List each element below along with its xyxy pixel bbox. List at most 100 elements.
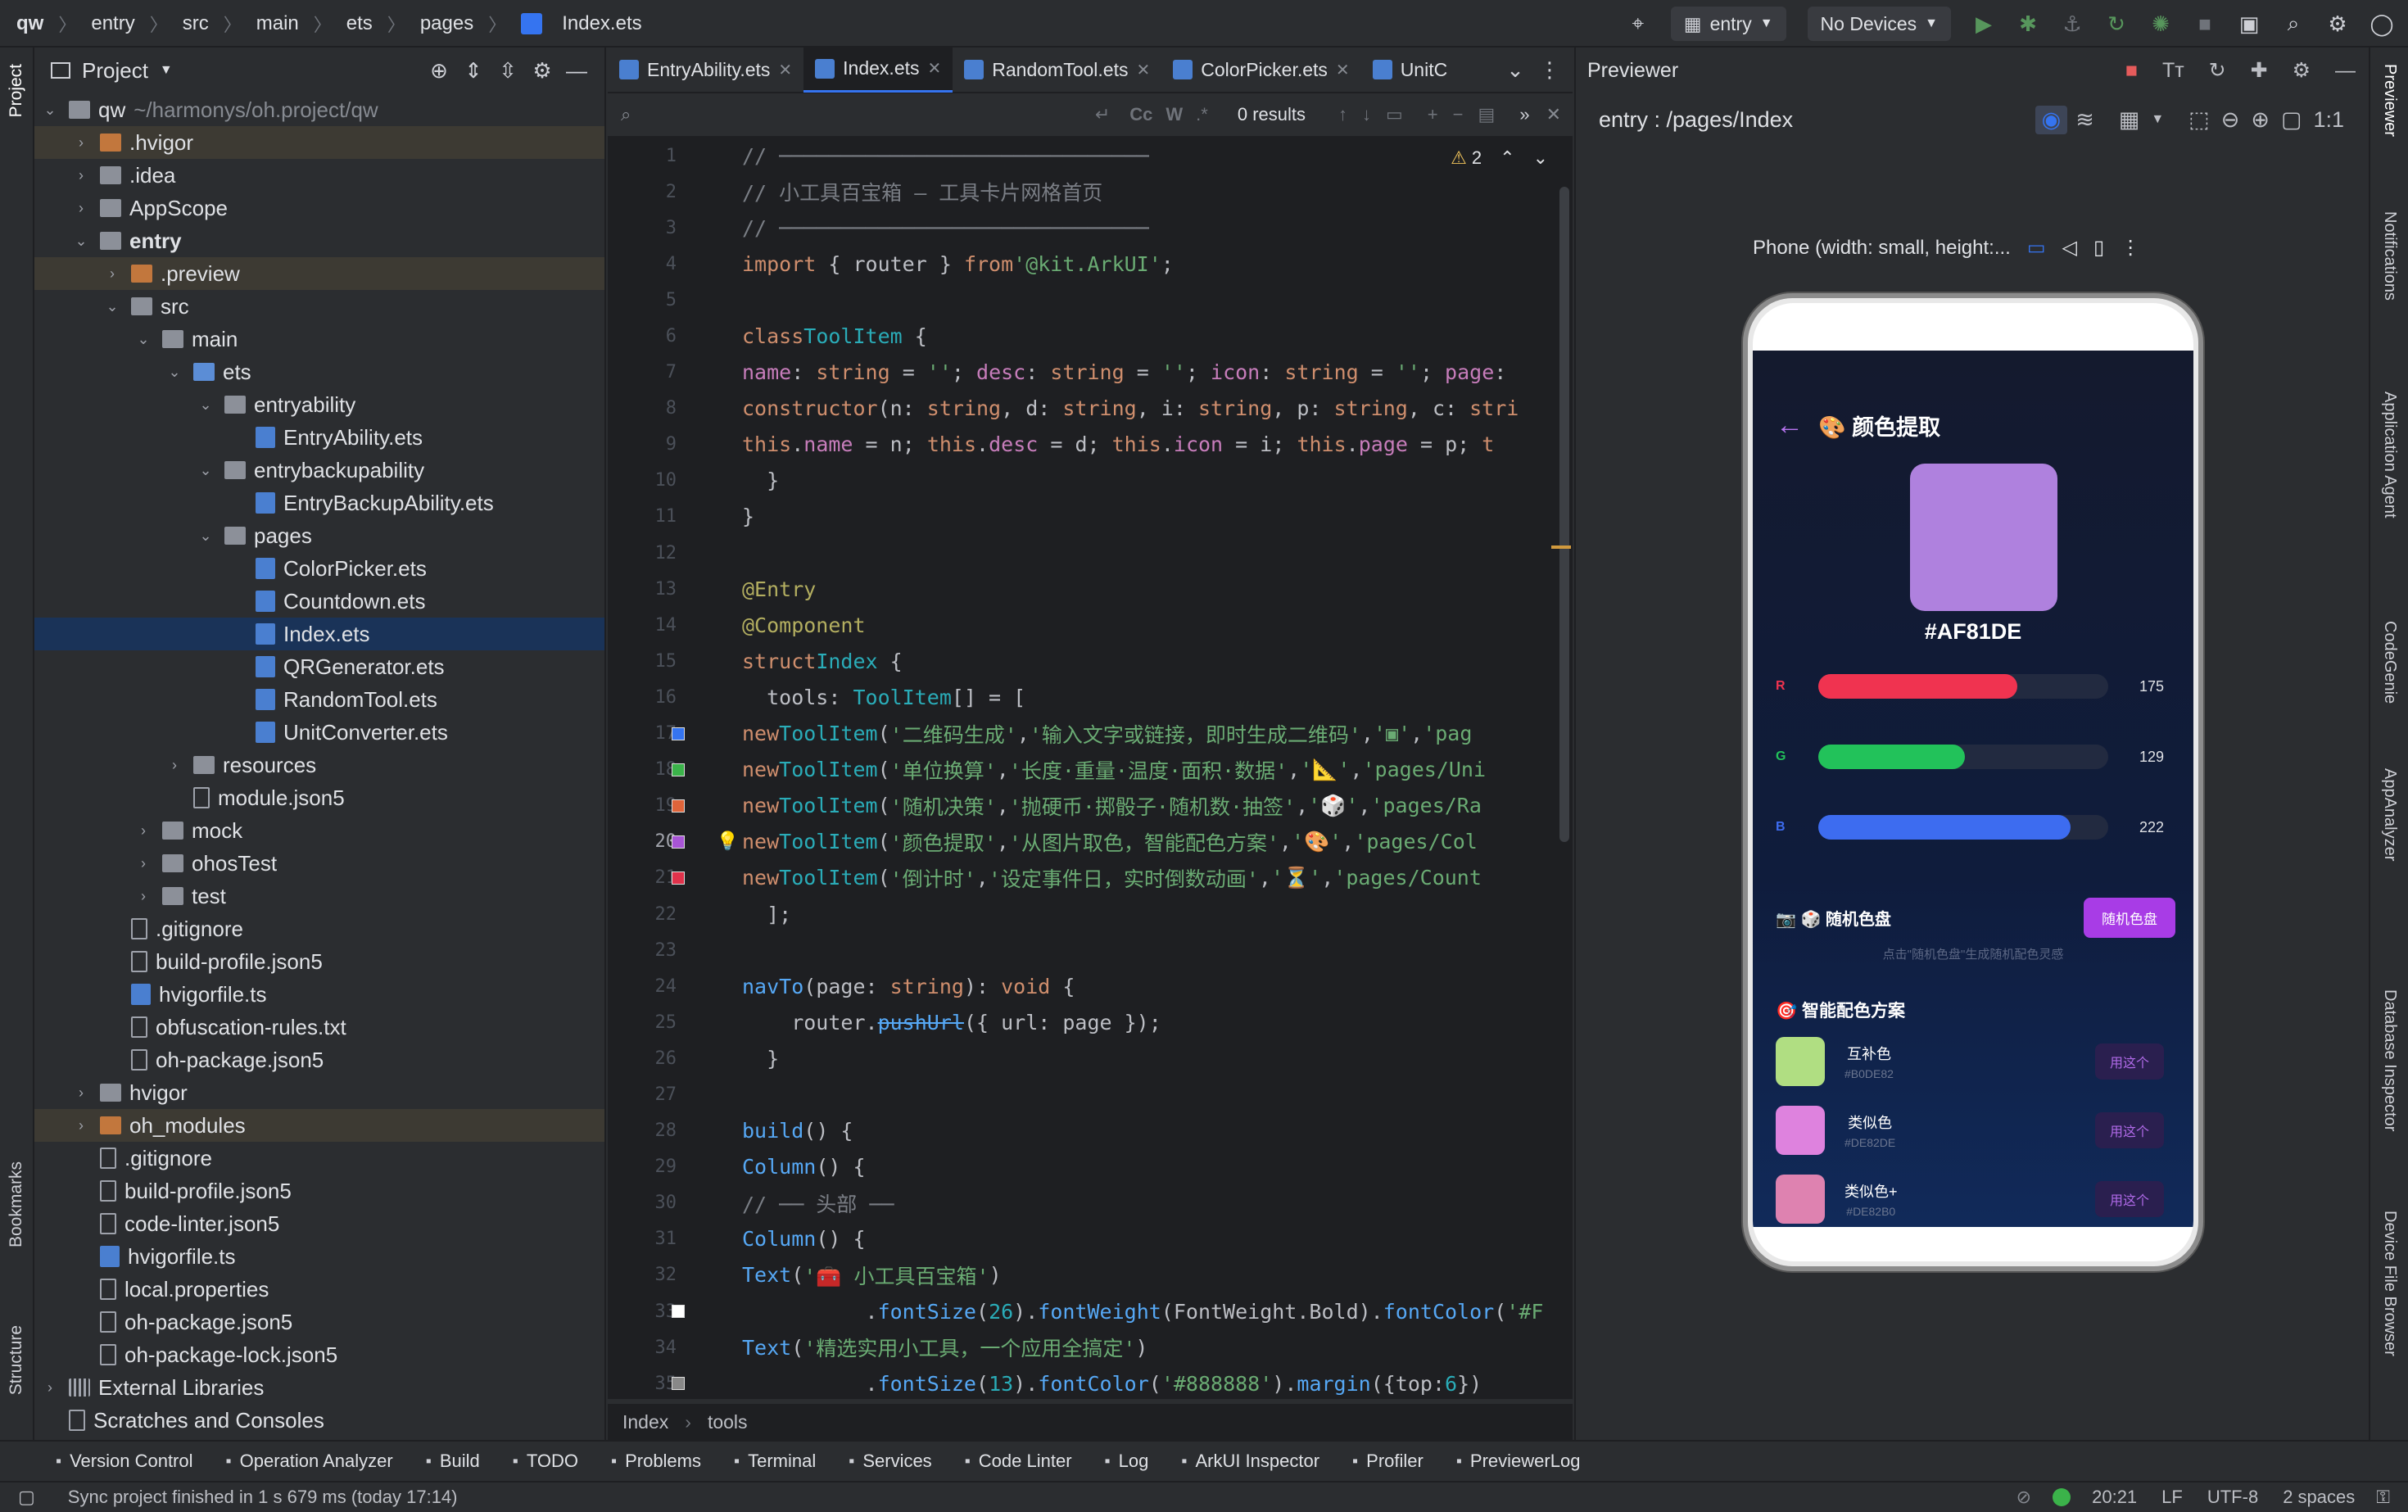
code-editor[interactable]: 1 2 3 4 5 6 7 8 9 10 11 12 13 14 15 16 17 18 19 20 💡 21 22 23 24… bbox=[608, 138, 1573, 1399]
breadcrumb-struct[interactable]: Index bbox=[622, 1411, 668, 1433]
select-all-icon[interactable]: ▭ bbox=[1386, 104, 1403, 125]
more-vertical-icon[interactable]: ⋮ bbox=[1538, 57, 1561, 82]
panel-toggle-icon[interactable]: ▢ bbox=[18, 1487, 35, 1508]
color-swatch-icon[interactable] bbox=[672, 1305, 685, 1319]
code-line[interactable]: // ────────────────────────────── bbox=[742, 138, 1561, 174]
code-line[interactable]: ]; bbox=[742, 896, 1561, 932]
breadcrumb-item[interactable]: Index.ets bbox=[562, 12, 641, 35]
tree-node[interactable]: hvigorfile.ts bbox=[34, 978, 604, 1011]
chevron-down-icon[interactable]: ⌄ bbox=[197, 396, 215, 414]
zoom-out-icon[interactable]: ⊖ bbox=[2221, 107, 2240, 133]
next-occurrence-icon[interactable]: ↓ bbox=[1362, 104, 1371, 125]
settings-gear-icon[interactable]: ⚙ bbox=[531, 58, 554, 83]
appanalyzer-tool-button[interactable]: AppAnalyzer bbox=[2380, 768, 2399, 861]
code-line[interactable]: import { router } from '@kit.ArkUI'; bbox=[742, 246, 1561, 282]
tree-node[interactable]: ⌄ src bbox=[34, 290, 604, 323]
caret-position[interactable]: 20:21 bbox=[2092, 1487, 2137, 1508]
match-case-toggle[interactable]: Cc bbox=[1129, 104, 1152, 125]
color-swatch-icon[interactable] bbox=[672, 871, 685, 885]
apply-changes-icon[interactable]: ↻ bbox=[2105, 11, 2128, 36]
add-selection-icon[interactable]: + bbox=[1428, 104, 1438, 125]
editor-tab[interactable]: UnitC bbox=[1361, 47, 1460, 93]
tool-window-button[interactable]: ▪ PreviewerLog bbox=[1456, 1451, 1581, 1472]
font-size-icon[interactable]: Tт bbox=[2162, 59, 2184, 83]
tree-node[interactable]: › ohosTest bbox=[34, 847, 604, 880]
code-line[interactable]: new ToolItem('二维码生成', '输入文字或链接，即时生成二维码', '… bbox=[742, 716, 1561, 752]
use-scheme-button[interactable]: 用这个 bbox=[2094, 1043, 2164, 1080]
chevron-right-icon[interactable]: › bbox=[72, 200, 90, 217]
color-swatch-icon[interactable] bbox=[672, 799, 685, 813]
tree-node[interactable]: build-profile.json5 bbox=[34, 1175, 604, 1207]
run-config-selector[interactable]: ▦ entry ▼ bbox=[1670, 7, 1786, 41]
tree-node[interactable]: ⌄ main bbox=[34, 323, 604, 355]
lock-icon[interactable]: ⚿ bbox=[2376, 1487, 2390, 1508]
device-manager-icon[interactable]: ▣ bbox=[2238, 11, 2261, 36]
tree-node[interactable]: ⌄ ets bbox=[34, 355, 604, 388]
code-line[interactable]: build() { bbox=[742, 1113, 1561, 1149]
channel-slider-track[interactable] bbox=[1818, 674, 2108, 699]
chevron-down-icon[interactable]: ▼ bbox=[2151, 112, 2164, 127]
code-line[interactable]: constructor (n: string, d: string, i: str… bbox=[742, 391, 1561, 427]
structure-tool-button[interactable]: Structure bbox=[7, 1325, 26, 1395]
chevron-down-icon[interactable]: ⌄ bbox=[197, 527, 215, 545]
tree-node[interactable]: › .preview bbox=[34, 257, 604, 290]
code-line[interactable]: @Component bbox=[742, 607, 1561, 643]
use-scheme-button[interactable]: 用这个 bbox=[2094, 1112, 2164, 1148]
close-tab-icon[interactable]: ✕ bbox=[1336, 60, 1350, 80]
code-line[interactable]: new ToolItem('随机决策', '抛硬币·掷骰子·随机数·抽签', '🎲'… bbox=[742, 788, 1561, 824]
tree-node[interactable]: EntryBackupAbility.ets bbox=[34, 487, 604, 519]
close-tab-icon[interactable]: ✕ bbox=[928, 58, 942, 79]
device-profile-label[interactable]: Phone (width: small, height:... bbox=[1753, 237, 2011, 260]
hide-panel-icon[interactable]: — bbox=[2335, 59, 2356, 83]
inspector-toggle-icon[interactable]: ◉ bbox=[2035, 105, 2068, 134]
chevron-down-icon[interactable]: ⌄ bbox=[103, 298, 121, 315]
tree-node[interactable]: hvigorfile.ts bbox=[34, 1240, 604, 1273]
code-line[interactable] bbox=[742, 1076, 1561, 1112]
breadcrumb-item[interactable]: src bbox=[183, 12, 209, 35]
tree-node[interactable]: ⌄ entrybackupability bbox=[34, 454, 604, 487]
regex-toggle[interactable]: .* bbox=[1196, 104, 1208, 125]
code-line[interactable]: // ────────────────────────────── bbox=[742, 210, 1561, 246]
scheme-color-swatch[interactable] bbox=[1776, 1037, 1825, 1086]
code-line[interactable]: class ToolItem { bbox=[742, 318, 1561, 354]
chevron-down-icon[interactable]: ⌄ bbox=[134, 331, 152, 348]
random-palette-button[interactable]: 随机色盘 bbox=[2084, 898, 2175, 938]
power-save-icon[interactable]: ⊘ bbox=[2016, 1487, 2031, 1508]
editor-tab[interactable]: ColorPicker.ets ✕ bbox=[1161, 47, 1360, 93]
tree-node[interactable]: Scratches and Consoles bbox=[34, 1404, 604, 1437]
tree-node[interactable]: › hvigor bbox=[34, 1076, 604, 1109]
chevron-down-icon[interactable]: ⌄ bbox=[1533, 147, 1548, 169]
lightbulb-icon[interactable]: 💡 bbox=[717, 831, 739, 852]
breadcrumb-item[interactable]: ets bbox=[346, 12, 373, 35]
editor-tab[interactable]: Index.ets ✕ bbox=[803, 47, 953, 93]
chevron-right-icon[interactable]: › bbox=[134, 888, 152, 905]
code-line[interactable]: this. name = n; this. desc = d; this. icon … bbox=[742, 427, 1561, 463]
code-content[interactable]: // ──────────────────────────────// 小工具百… bbox=[742, 138, 1561, 1399]
chevron-down-icon[interactable]: ▼ bbox=[160, 63, 173, 78]
breadcrumb-item[interactable]: qw bbox=[16, 12, 43, 35]
indent-setting[interactable]: 2 spaces bbox=[2283, 1487, 2355, 1508]
editor-scrollbar[interactable] bbox=[1559, 187, 1569, 842]
device-type-icon[interactable]: ▭ bbox=[2027, 236, 2046, 260]
chevron-right-icon[interactable]: › bbox=[165, 757, 183, 774]
tool-window-button[interactable]: ▪ ArkUI Inspector bbox=[1181, 1451, 1319, 1472]
scheme-color-swatch[interactable] bbox=[1776, 1175, 1825, 1224]
tree-node[interactable]: local.properties bbox=[34, 1273, 604, 1306]
code-line[interactable]: navTo (page: string): void { bbox=[742, 968, 1561, 1004]
breadcrumb-item[interactable]: entry bbox=[91, 12, 134, 35]
chevron-right-icon[interactable]: › bbox=[72, 134, 90, 152]
tool-window-button[interactable]: ▪ TODO bbox=[513, 1451, 578, 1472]
code-line[interactable]: } bbox=[742, 1040, 1561, 1076]
code-line[interactable]: Text('精选实用小工具，一个应用全搞定') bbox=[742, 1329, 1561, 1365]
settings-gear-icon[interactable]: ⚙ bbox=[2293, 58, 2311, 83]
code-line[interactable]: } bbox=[742, 463, 1561, 499]
back-icon[interactable]: ◁ bbox=[2062, 236, 2077, 260]
tree-node[interactable]: oh-package-lock.json5 bbox=[34, 1338, 604, 1371]
color-preview-swatch[interactable] bbox=[1910, 464, 2057, 611]
color-swatch-icon[interactable] bbox=[672, 763, 685, 776]
breadcrumb-item[interactable]: pages bbox=[420, 12, 473, 35]
code-line[interactable]: new ToolItem('颜色提取', '从图片取色，智能配色方案', '🎨', '… bbox=[742, 824, 1561, 860]
close-icon[interactable]: ✕ bbox=[1546, 104, 1561, 125]
code-line[interactable]: // ── 头部 ── bbox=[742, 1185, 1561, 1221]
code-line[interactable] bbox=[742, 932, 1561, 968]
